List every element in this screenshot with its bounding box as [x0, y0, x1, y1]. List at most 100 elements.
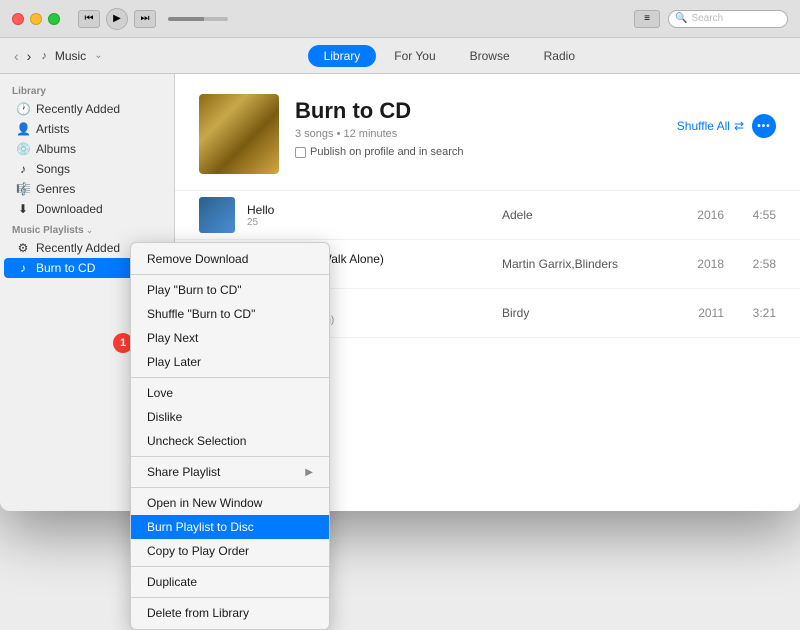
context-menu: Remove Download Play "Burn to CD" Shuffl…	[130, 242, 330, 511]
playlists-section: Music Playlists ⌄	[0, 219, 174, 238]
playlist-info: Burn to CD 3 songs • 12 minutes Publish …	[295, 94, 661, 158]
playlist-artwork	[199, 94, 279, 174]
playlist-header: Burn to CD 3 songs • 12 minutes Publish …	[175, 74, 800, 191]
sidebar-item-artists-label: Artists	[36, 122, 69, 136]
menu-item-open-new-window[interactable]: Open in New Window	[131, 491, 329, 511]
sidebar-item-albums[interactable]: 💿 Albums	[4, 139, 170, 159]
track-duration: 2:58	[736, 257, 776, 271]
sidebar-item-songs-label: Songs	[36, 162, 70, 176]
menu-item-play[interactable]: Play "Burn to CD"	[131, 278, 329, 302]
breadcrumb-text: Music	[55, 49, 86, 63]
sidebar-item-downloaded-label: Downloaded	[36, 202, 103, 216]
menu-item-dislike[interactable]: Dislike	[131, 405, 329, 429]
playback-controls: ⏮ ▶ ⏭	[78, 8, 156, 30]
track-duration: 3:21	[736, 306, 776, 320]
menu-separator	[131, 456, 329, 457]
back-arrow[interactable]: ‹	[12, 48, 21, 64]
breadcrumb-chevron-icon: ⌄	[94, 50, 102, 61]
tab-radio[interactable]: Radio	[528, 45, 591, 67]
menu-separator	[131, 377, 329, 378]
sidebar-item-songs[interactable]: ♪ Songs	[4, 159, 170, 179]
publish-checkbox[interactable]	[295, 147, 306, 158]
genres-icon: 🎼	[16, 182, 30, 196]
track-year: 2018	[674, 257, 724, 271]
menu-separator	[131, 487, 329, 488]
menu-item-share-playlist[interactable]: Share Playlist ▶	[131, 460, 329, 484]
menu-item-remove-download[interactable]: Remove Download	[131, 247, 329, 271]
track-year: 2016	[674, 208, 724, 222]
next-button[interactable]: ⏭	[134, 10, 156, 28]
sidebar-item-artists[interactable]: 👤 Artists	[4, 119, 170, 139]
playlist-title: Burn to CD	[295, 98, 661, 124]
tab-foryou[interactable]: For You	[378, 45, 451, 67]
artists-icon: 👤	[16, 122, 30, 136]
sidebar-item-genres-label: Genres	[36, 182, 75, 196]
menu-item-shuffle[interactable]: Shuffle "Burn to CD"	[131, 302, 329, 326]
forward-arrow[interactable]: ›	[25, 48, 34, 64]
shuffle-label: Shuffle All	[677, 119, 730, 133]
playlists-chevron-icon: ⌄	[86, 225, 94, 236]
burn-to-cd-icon: ♪	[16, 261, 30, 275]
menu-separator	[131, 274, 329, 275]
albums-icon: 💿	[16, 142, 30, 156]
track-year: 2011	[674, 306, 724, 320]
search-placeholder: Search	[691, 13, 723, 24]
menu-item-uncheck[interactable]: Uncheck Selection	[131, 429, 329, 453]
sidebar-item-recently-added-label: Recently Added	[36, 102, 120, 116]
playlist-publish: Publish on profile and in search	[295, 146, 661, 158]
track-title: Hello	[247, 203, 490, 217]
main-content: Library 🕐 Recently Added 👤 Artists 💿 Alb…	[0, 74, 800, 511]
more-options-button[interactable]: •••	[752, 114, 776, 138]
track-artist: Martin Garrix,Blinders	[502, 257, 662, 271]
volume-slider[interactable]	[168, 17, 228, 21]
sidebar-item-recently-added-playlist-label: Recently Added	[36, 241, 120, 255]
titlebar: ⏮ ▶ ⏭ ≡ 🔍 Search	[0, 0, 800, 38]
app-window: ⏮ ▶ ⏭ ≡ 🔍 Search ‹ › ♪ Music ⌄ Library F…	[0, 0, 800, 511]
tab-library[interactable]: Library	[308, 45, 377, 67]
maximize-button[interactable]	[48, 13, 60, 25]
publish-label: Publish on profile and in search	[310, 146, 463, 158]
search-box[interactable]: 🔍 Search	[668, 10, 788, 28]
tab-browse[interactable]: Browse	[454, 45, 526, 67]
recently-added-icon: 🕐	[16, 102, 30, 116]
close-button[interactable]	[12, 13, 24, 25]
track-subtitle: 25	[247, 217, 490, 228]
menu-item-play-next[interactable]: Play Next	[131, 326, 329, 350]
recently-added-playlist-icon: ⚙	[16, 241, 30, 255]
playlists-label: Music Playlists	[12, 225, 84, 236]
sidebar-item-genres[interactable]: 🎼 Genres	[4, 179, 170, 199]
playlist-art-image	[199, 94, 279, 174]
songs-icon: ♪	[16, 162, 30, 176]
titlebar-right: ≡ 🔍 Search	[634, 10, 788, 28]
track-artist: Birdy	[502, 306, 662, 320]
menu-item-play-later[interactable]: Play Later	[131, 350, 329, 374]
traffic-lights	[12, 13, 60, 25]
play-button[interactable]: ▶	[106, 8, 128, 30]
prev-button[interactable]: ⏮	[78, 10, 100, 28]
menu-item-love[interactable]: Love	[131, 381, 329, 405]
playlist-meta: 3 songs • 12 minutes	[295, 128, 661, 140]
nav-arrows: ‹ ›	[12, 48, 33, 64]
sidebar-item-recently-added[interactable]: 🕐 Recently Added	[4, 99, 170, 119]
minimize-button[interactable]	[30, 13, 42, 25]
list-view-button[interactable]: ≡	[634, 10, 660, 28]
playlist-actions: Shuffle All ⇄ •••	[677, 94, 776, 138]
track-artwork	[199, 197, 235, 233]
shuffle-all-button[interactable]: Shuffle All ⇄	[677, 119, 744, 133]
downloaded-icon: ⬇	[16, 202, 30, 216]
sidebar-item-burn-to-cd-label: Burn to CD	[36, 261, 95, 275]
track-info: Hello 25	[247, 203, 490, 228]
search-icon: 🔍	[675, 13, 687, 24]
track-duration: 4:55	[736, 208, 776, 222]
tab-group: Library For You Browse Radio	[111, 45, 788, 67]
sidebar-item-downloaded[interactable]: ⬇ Downloaded	[4, 199, 170, 219]
shuffle-icon: ⇄	[734, 119, 744, 133]
toolbar: ‹ › ♪ Music ⌄ Library For You Browse Rad…	[0, 38, 800, 74]
track-artist: Adele	[502, 208, 662, 222]
sidebar-item-albums-label: Albums	[36, 142, 76, 156]
submenu-arrow-icon: ▶	[305, 467, 313, 478]
library-section-label: Library	[0, 82, 174, 99]
track-row[interactable]: Hello 25 Adele 2016 4:55	[175, 191, 800, 240]
more-icon: •••	[757, 121, 771, 132]
music-icon: ♪	[41, 50, 47, 62]
